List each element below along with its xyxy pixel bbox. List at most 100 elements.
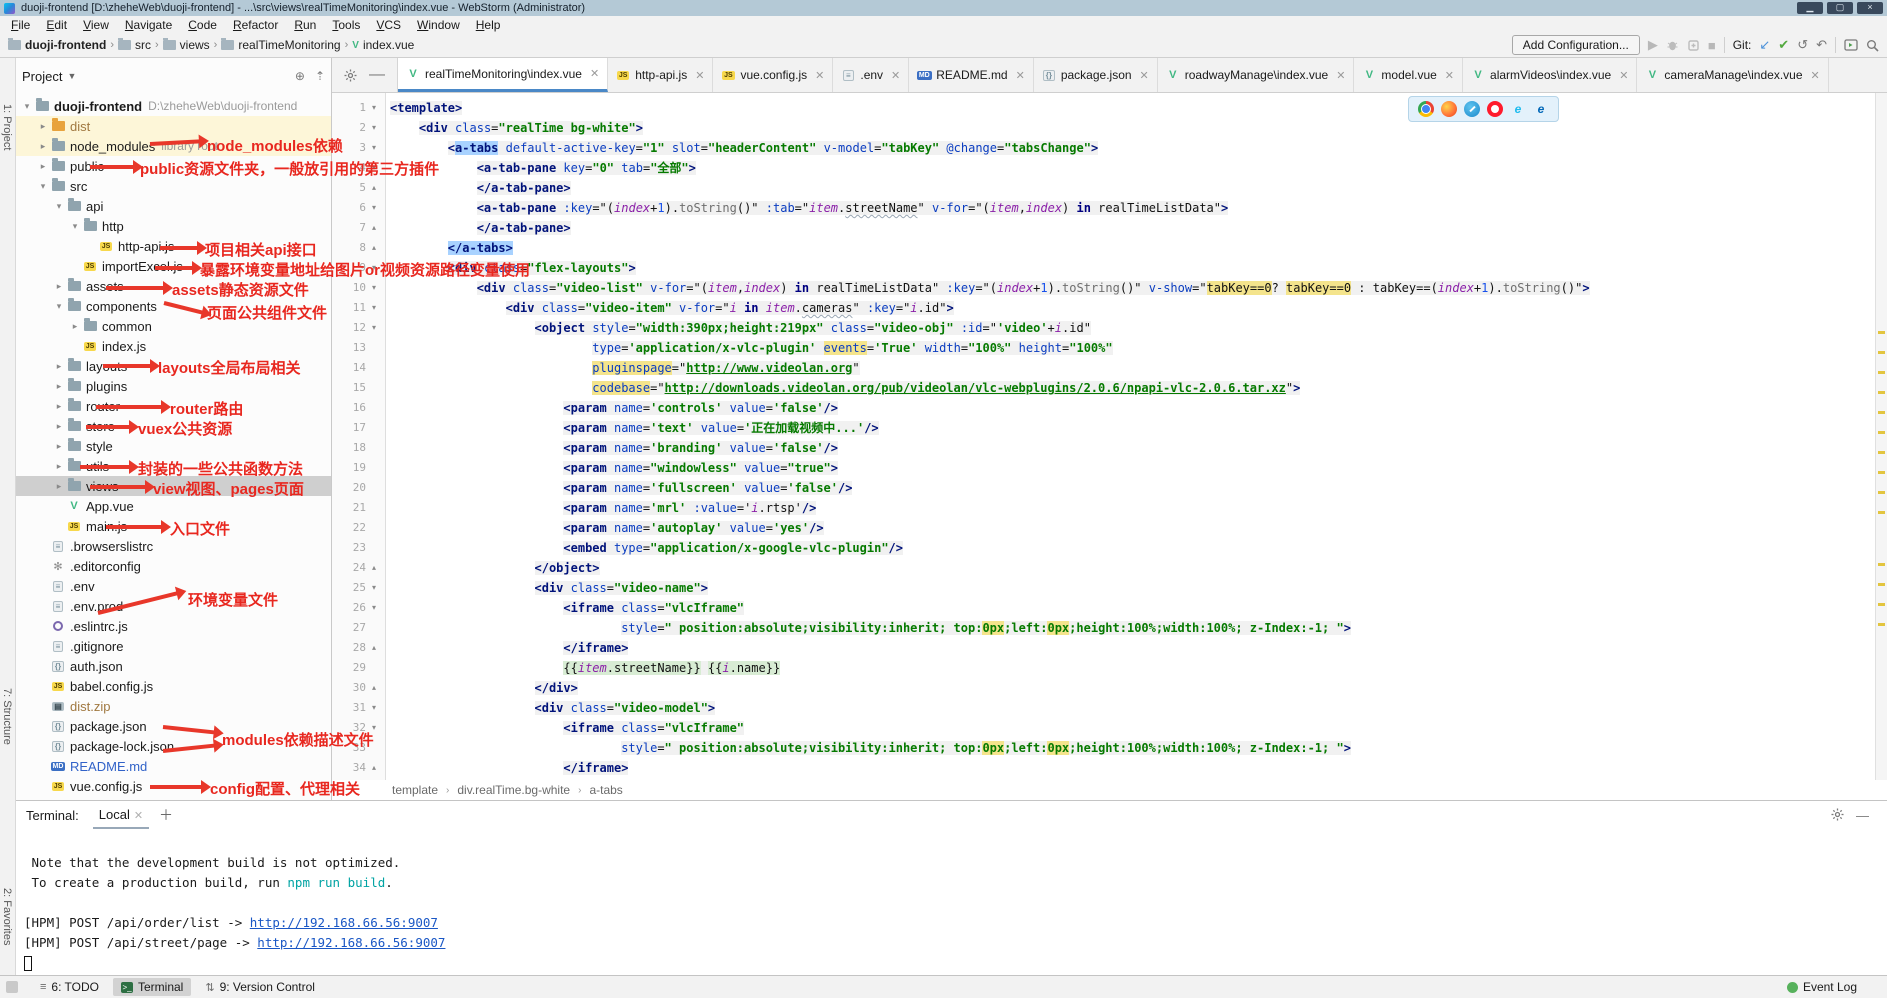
tree-item-root[interactable]: ▾duoji-frontendD:\zheheWeb\duoji-fronten…: [16, 96, 332, 116]
menu-item-refactor[interactable]: Refactor: [226, 18, 285, 32]
hide-panel-icon[interactable]: —: [369, 66, 385, 84]
collapse-all-icon[interactable]: ⇡: [315, 69, 325, 83]
chrome-browser-icon[interactable]: [1418, 101, 1434, 117]
tree-item-.env[interactable]: ≡.env: [16, 576, 332, 596]
editor-tab-model.vue[interactable]: Vmodel.vue✕: [1354, 58, 1463, 92]
tree-item-README.md[interactable]: MDREADME.md: [16, 756, 332, 776]
close-icon[interactable]: ✕: [1619, 69, 1628, 82]
editor-breadcrumb-item[interactable]: a-tabs: [589, 783, 622, 797]
maximize-button[interactable]: ▢: [1827, 2, 1853, 14]
error-stripe[interactable]: [1875, 93, 1887, 780]
menu-item-file[interactable]: File: [4, 18, 37, 32]
statusbar-event-log[interactable]: Event Log: [1779, 978, 1865, 996]
fold-marker-icon[interactable]: ▴: [372, 678, 376, 698]
chevron-collapsed-icon[interactable]: ▸: [52, 281, 66, 292]
tree-item-utils[interactable]: ▸utils: [16, 456, 332, 476]
toolwindow-project-button[interactable]: 1: Project: [1, 104, 13, 150]
firefox-browser-icon[interactable]: [1441, 101, 1457, 117]
editor-breadcrumb-item[interactable]: template: [392, 783, 438, 797]
chevron-collapsed-icon[interactable]: ▸: [52, 401, 66, 412]
run-anything-icon[interactable]: [1844, 39, 1858, 51]
tree-item-layouts[interactable]: ▸layouts: [16, 356, 332, 376]
git-history-icon[interactable]: ↺: [1797, 37, 1808, 53]
editor-tab-alarmVideos-index.vue[interactable]: ValarmVideos\index.vue✕: [1463, 58, 1637, 92]
chevron-expanded-icon[interactable]: ▾: [52, 301, 66, 312]
close-icon[interactable]: ✕: [590, 67, 599, 80]
toolwindow-structure-button[interactable]: 7: Structure: [1, 688, 13, 745]
menu-item-help[interactable]: Help: [469, 18, 508, 32]
chevron-expanded-icon[interactable]: ▾: [68, 221, 82, 232]
editor-tab-README.md[interactable]: MDREADME.md✕: [909, 58, 1034, 92]
tree-item-.eslintrc.js[interactable]: .eslintrc.js: [16, 616, 332, 636]
tree-item-plugins[interactable]: ▸plugins: [16, 376, 332, 396]
editor-tab-roadwayManage-index.vue[interactable]: VroadwayManage\index.vue✕: [1158, 58, 1355, 92]
close-icon[interactable]: ✕: [695, 69, 704, 82]
chevron-collapsed-icon[interactable]: ▸: [52, 421, 66, 432]
tree-item-index.js[interactable]: JSindex.js: [16, 336, 332, 356]
close-button[interactable]: ×: [1857, 2, 1883, 14]
tree-item-router[interactable]: ▸router: [16, 396, 332, 416]
chevron-expanded-icon[interactable]: ▾: [20, 101, 34, 112]
breadcrumb-item[interactable]: src: [118, 38, 151, 52]
tree-item-vue.config.js[interactable]: JSvue.config.js: [16, 776, 332, 796]
tree-item-.gitignore[interactable]: ≡.gitignore: [16, 636, 332, 656]
editor-tab-realTimeMonitoring-index.vue[interactable]: VrealTimeMonitoring\index.vue✕: [398, 58, 608, 92]
menu-item-code[interactable]: Code: [181, 18, 224, 32]
fold-marker-icon[interactable]: ▴: [372, 558, 376, 578]
editor-tab-http-api.js[interactable]: JShttp-api.js✕: [608, 58, 713, 92]
statusbar-9--version-control[interactable]: ⇅9: Version Control: [197, 978, 323, 996]
chevron-collapsed-icon[interactable]: ▸: [52, 361, 66, 372]
terminal-tab-local[interactable]: Local✕: [93, 807, 149, 829]
tree-item-public[interactable]: ▸public: [16, 156, 332, 176]
close-icon[interactable]: ✕: [1336, 69, 1345, 82]
fold-marker-icon[interactable]: ▾: [372, 158, 376, 178]
git-update-icon[interactable]: ↙: [1759, 37, 1770, 53]
fold-marker-icon[interactable]: ▴: [372, 218, 376, 238]
hide-terminal-icon[interactable]: —: [1856, 808, 1869, 823]
tree-item-node_modules[interactable]: ▸node_moduleslibrary root: [16, 136, 332, 156]
chevron-expanded-icon[interactable]: ▾: [52, 201, 66, 212]
safari-browser-icon[interactable]: [1464, 101, 1480, 117]
coverage-icon[interactable]: [1687, 39, 1700, 52]
close-icon[interactable]: ✕: [1445, 69, 1454, 82]
editor-tab-cameraManage-index.vue[interactable]: VcameraManage\index.vue✕: [1637, 58, 1828, 92]
tree-item-common[interactable]: ▸common: [16, 316, 332, 336]
tree-item-http-api.js[interactable]: JShttp-api.js: [16, 236, 332, 256]
chevron-collapsed-icon[interactable]: ▸: [52, 461, 66, 472]
editor-tab-vue.config.js[interactable]: JSvue.config.js✕: [713, 58, 833, 92]
gear-icon[interactable]: [344, 69, 357, 82]
tree-item-style[interactable]: ▸style: [16, 436, 332, 456]
stop-icon[interactable]: ■: [1708, 38, 1716, 53]
edge-browser-icon[interactable]: e: [1533, 101, 1549, 117]
close-icon[interactable]: ✕: [1811, 69, 1820, 82]
menu-item-edit[interactable]: Edit: [39, 18, 74, 32]
chevron-collapsed-icon[interactable]: ▸: [52, 481, 66, 492]
chevron-collapsed-icon[interactable]: ▸: [52, 381, 66, 392]
tree-item-.editorconfig[interactable]: ✻.editorconfig: [16, 556, 332, 576]
tree-item-importExcel.js[interactable]: JSimportExcel.js: [16, 256, 332, 276]
close-icon[interactable]: ✕: [1016, 69, 1025, 82]
tree-item-babel.config.js[interactable]: JSbabel.config.js: [16, 676, 332, 696]
tree-item-views[interactable]: ▸views: [16, 476, 332, 496]
ie-browser-icon[interactable]: e: [1510, 101, 1526, 117]
menu-item-run[interactable]: Run: [287, 18, 323, 32]
terminal-settings-icon[interactable]: [1831, 808, 1844, 823]
fold-marker-icon[interactable]: ▾: [372, 258, 376, 278]
fold-marker-icon[interactable]: ▾: [372, 718, 376, 738]
statusbar-6--todo[interactable]: ≡6: TODO: [32, 978, 107, 996]
toolwindow-switcher-icon[interactable]: [6, 981, 18, 993]
chevron-collapsed-icon[interactable]: ▸: [68, 321, 82, 332]
tree-item-dist.zip[interactable]: ▤dist.zip: [16, 696, 332, 716]
git-rollback-icon[interactable]: ↶: [1816, 37, 1827, 53]
tree-item-App.vue[interactable]: VApp.vue: [16, 496, 332, 516]
terminal-link[interactable]: http://192.168.66.56:9007: [250, 915, 438, 930]
breadcrumb-item[interactable]: Vindex.vue: [352, 38, 414, 52]
close-icon[interactable]: ✕: [815, 69, 824, 82]
close-icon[interactable]: ✕: [1140, 69, 1149, 82]
new-terminal-session-icon[interactable]: ＋: [159, 805, 173, 825]
menu-item-navigate[interactable]: Navigate: [118, 18, 179, 32]
fold-marker-icon[interactable]: ▾: [372, 318, 376, 338]
debug-icon[interactable]: [1666, 39, 1679, 52]
tree-item-auth.json[interactable]: {}auth.json: [16, 656, 332, 676]
menu-item-window[interactable]: Window: [410, 18, 467, 32]
